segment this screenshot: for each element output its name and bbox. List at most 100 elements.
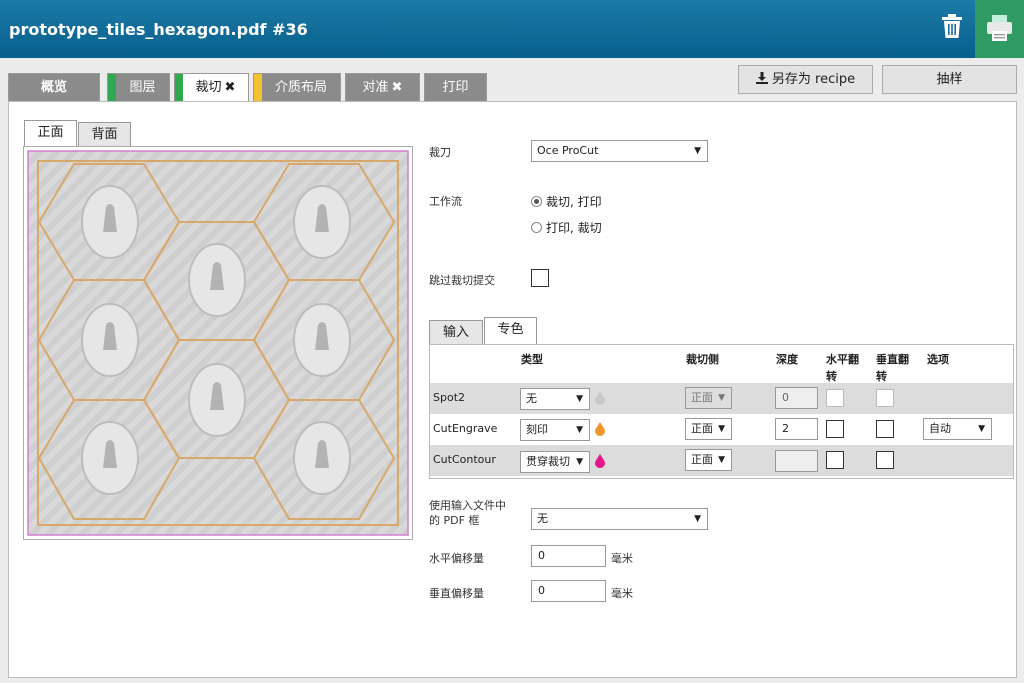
depth-input[interactable]: 2: [775, 418, 818, 440]
spot-color-drop-icon: [595, 391, 605, 405]
vflip-checkbox[interactable]: [876, 420, 894, 438]
depth-input: 0: [775, 387, 818, 409]
tab-input[interactable]: 输入: [429, 320, 483, 346]
tab-registration[interactable]: 对准 ✖: [345, 73, 420, 101]
col-header-depth: 深度: [776, 353, 798, 366]
spot-type-select[interactable]: 贯穿裁切 ▼: [520, 451, 590, 473]
workflow-option-label: 打印, 裁切: [546, 221, 602, 235]
col-header-cut-side: 裁切侧: [686, 353, 719, 366]
hflip-checkbox[interactable]: [826, 451, 844, 469]
h-offset-label: 水平偏移量: [429, 552, 484, 565]
cut-side-value: 正面: [691, 391, 713, 404]
tab-media-layout-label: 介质布局: [274, 80, 327, 95]
workflow-label: 工作流: [429, 195, 462, 208]
tab-cut-label: 裁切: [195, 80, 222, 95]
chevron-down-icon: ▼: [576, 394, 583, 404]
table-row: CutContour 贯穿裁切 ▼ 正面 ▼: [430, 445, 1013, 476]
tab-front-label: 正面: [37, 125, 64, 140]
radio-unselected-icon: [531, 222, 542, 233]
tab-back-label: 背面: [91, 127, 118, 142]
tab-print[interactable]: 打印: [424, 73, 487, 101]
delete-button[interactable]: [930, 0, 974, 58]
h-offset-unit: 毫米: [611, 552, 633, 565]
page-preview[interactable]: [23, 146, 413, 540]
chevron-down-icon: ▼: [694, 514, 701, 524]
spot-type-select[interactable]: 无 ▼: [520, 388, 590, 410]
close-icon[interactable]: ✖: [392, 80, 403, 95]
tab-print-label: 打印: [442, 80, 469, 95]
save-as-recipe-button[interactable]: 另存为 recipe: [738, 65, 873, 94]
chevron-down-icon: ▼: [694, 146, 701, 156]
v-offset-input[interactable]: 0: [531, 580, 606, 602]
tab-status-stripe: [254, 74, 262, 101]
skip-cut-submit-checkbox[interactable]: [531, 269, 549, 287]
h-offset-input[interactable]: 0: [531, 545, 606, 567]
chevron-down-icon: ▼: [718, 393, 725, 403]
radio-selected-icon: [531, 196, 542, 207]
workflow-radio-print-cut[interactable]: 打印, 裁切: [531, 219, 602, 236]
spot-color-drop-icon: [595, 422, 605, 436]
spot-color-drop-icon: [595, 454, 605, 468]
tab-overview-label: 概览: [40, 80, 67, 95]
tab-overview[interactable]: 概览: [8, 73, 100, 101]
hflip-checkbox[interactable]: [826, 420, 844, 438]
chevron-down-icon: ▼: [718, 455, 725, 465]
chevron-down-icon: ▼: [576, 425, 583, 435]
table-row: Spot2 无 ▼ 正面 ▼ 0: [430, 383, 1013, 414]
chevron-down-icon: ▼: [576, 457, 583, 467]
printer-icon: [987, 15, 1012, 41]
tab-status-stripe: [108, 74, 116, 101]
cutter-select[interactable]: Oce ProCut ▼: [531, 140, 708, 162]
col-header-type: 类型: [521, 353, 543, 366]
cut-side-value: 正面: [691, 453, 713, 466]
workflow-option-label: 裁切, 打印: [546, 195, 602, 209]
skip-cut-submit-label: 跳过裁切提交: [429, 274, 495, 287]
cut-side-select[interactable]: 正面 ▼: [685, 418, 732, 440]
cutter-value: Oce ProCut: [537, 144, 599, 157]
v-offset-unit: 毫米: [611, 587, 633, 600]
download-icon: [755, 72, 768, 84]
pdf-box-select[interactable]: 无 ▼: [531, 508, 708, 530]
tab-registration-label: 对准: [362, 80, 389, 95]
tab-media-layout[interactable]: 介质布局: [253, 73, 341, 101]
sample-label: 抽样: [936, 72, 963, 87]
preview-image: [27, 150, 409, 536]
spot-type-value: 贯穿裁切: [526, 455, 570, 468]
table-row: CutEngrave 刻印 ▼ 正面 ▼ 2 自动 ▼: [430, 414, 1013, 445]
vflip-checkbox[interactable]: [876, 451, 894, 469]
hflip-checkbox: [826, 389, 844, 407]
close-icon[interactable]: ✖: [225, 80, 236, 95]
save-as-recipe-label: 另存为 recipe: [771, 72, 856, 87]
title-bar: prototype_tiles_hexagon.pdf #36: [0, 0, 1024, 58]
spot-type-value: 无: [526, 392, 537, 405]
chevron-down-icon: ▼: [718, 424, 725, 434]
tab-input-label: 输入: [442, 325, 469, 340]
sample-button[interactable]: 抽样: [882, 65, 1017, 94]
tab-status-stripe: [175, 74, 183, 102]
spot-name: Spot2: [433, 391, 466, 404]
document-title: prototype_tiles_hexagon.pdf #36: [9, 20, 308, 39]
col-header-vflip: 垂直翻转: [876, 353, 909, 383]
tab-spot-colors[interactable]: 专色: [484, 317, 537, 345]
cut-side-value: 正面: [691, 422, 713, 435]
workflow-radio-cut-print[interactable]: 裁切, 打印: [531, 193, 602, 210]
tab-layers-label: 图层: [129, 80, 156, 95]
spot-type-select[interactable]: 刻印 ▼: [520, 419, 590, 441]
cut-side-select[interactable]: 正面 ▼: [685, 449, 732, 471]
cut-side-select: 正面 ▼: [685, 387, 732, 409]
pdf-box-label: 使用输入文件中的 PDF 框: [429, 499, 506, 527]
chevron-down-icon: ▼: [978, 424, 985, 434]
print-button[interactable]: [975, 0, 1024, 58]
spot-name: CutEngrave: [433, 422, 498, 435]
tab-front[interactable]: 正面: [24, 120, 77, 147]
tab-layers[interactable]: 图层: [107, 73, 170, 101]
options-value: 自动: [929, 422, 951, 435]
spot-type-value: 刻印: [526, 423, 548, 436]
spot-name: CutContour: [433, 453, 496, 466]
trash-icon: [942, 14, 962, 38]
tab-back[interactable]: 背面: [78, 122, 131, 148]
tab-cut[interactable]: 裁切 ✖: [174, 73, 249, 102]
cutter-label: 裁刀: [429, 146, 451, 159]
options-select[interactable]: 自动 ▼: [923, 418, 992, 440]
vflip-checkbox: [876, 389, 894, 407]
